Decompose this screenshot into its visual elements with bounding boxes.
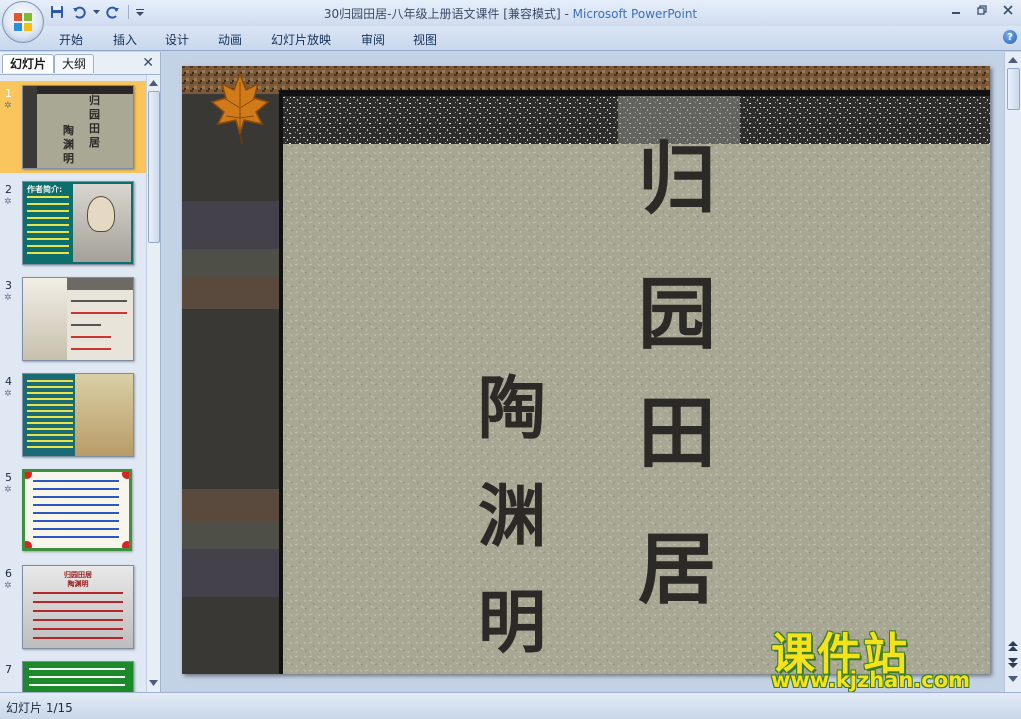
tab-animations[interactable]: 动画 (218, 31, 242, 48)
chevron-down-icon (92, 9, 100, 14)
slide-thumbnail-4[interactable]: 4 ✲ (0, 369, 146, 461)
slide-thumbnail-5[interactable]: 5 ✲ (0, 465, 146, 557)
slide-thumbnail-6[interactable]: 6 ✲ 归园田居 陶渊明 (0, 561, 146, 653)
redo-button[interactable] (104, 3, 122, 21)
application-name: Microsoft PowerPoint (572, 7, 698, 21)
slide-thumbnail-7[interactable]: 7 (0, 657, 146, 692)
slide-canvas[interactable]: 归 园 田 居 陶 渊 明 (182, 66, 990, 674)
document-title: 30归园田居-八年级上册语文课件 [兼容模式] (323, 7, 561, 21)
slide-number: 2 (5, 183, 12, 196)
slide-title-char: 归 (638, 134, 716, 225)
slide-preview: 归园田居 陶渊明 (22, 85, 134, 169)
scroll-down-icon (1008, 676, 1018, 682)
next-slide-icon[interactable] (1007, 657, 1019, 669)
undo-dropdown-button[interactable] (92, 3, 100, 21)
tab-home[interactable]: 开始 (59, 31, 83, 48)
animation-star-icon: ✲ (4, 485, 12, 495)
chevron-down-icon (136, 9, 144, 16)
pane-tab-bar: 幻灯片 大纲 ✕ (0, 52, 160, 75)
slides-pane: 幻灯片 大纲 ✕ 1 ✲ 归园田居 陶渊明 2 ✲ 作者简介: 3 ✲ 4 ✲ … (0, 52, 161, 692)
slide-thumbnail-1[interactable]: 1 ✲ 归园田居 陶渊明 (0, 81, 146, 173)
close-icon (1003, 5, 1013, 15)
tab-review[interactable]: 审阅 (361, 31, 385, 48)
watermark-url: www.kjzhan.com (771, 668, 971, 692)
quick-access-toolbar (48, 3, 145, 21)
save-button[interactable] (48, 3, 66, 21)
tab-design[interactable]: 设计 (165, 31, 189, 48)
window-controls (943, 0, 1021, 20)
restore-button[interactable] (969, 0, 995, 20)
minimize-icon (952, 12, 960, 14)
tab-slides[interactable]: 幻灯片 (2, 54, 55, 73)
title-bar: 30归园田居-八年级上册语文课件 [兼容模式] - Microsoft Powe… (0, 0, 1021, 43)
tab-slide-show[interactable]: 幻灯片放映 (271, 31, 331, 48)
thumbnail-author-text: 陶渊明 (67, 580, 89, 588)
redo-icon (106, 6, 119, 19)
help-button[interactable]: ? (1003, 30, 1017, 44)
slide-thumbnail-3[interactable]: 3 ✲ (0, 273, 146, 365)
animation-star-icon: ✲ (4, 293, 12, 303)
slide-preview (22, 661, 134, 692)
slide-number: 4 (5, 375, 12, 388)
window-title: 30归园田居-八年级上册语文课件 [兼容模式] - Microsoft Powe… (0, 5, 1021, 22)
slide-number: 1 (5, 87, 12, 100)
slide-preview (22, 373, 134, 457)
thumbnail-list: 1 ✲ 归园田居 陶渊明 2 ✲ 作者简介: 3 ✲ 4 ✲ 5 ✲ 6 ✲ 归… (0, 75, 146, 692)
slide-preview (22, 469, 132, 551)
thumbnail-title-text: 归园田居 (89, 94, 100, 149)
scroll-up-icon (1008, 57, 1018, 63)
slide-author-char: 陶 (478, 369, 546, 449)
close-pane-button[interactable]: ✕ (142, 55, 154, 71)
restore-icon (977, 5, 987, 15)
thumbnail-scrollbar[interactable] (146, 75, 160, 692)
scroll-up-icon (149, 80, 158, 86)
slide-title-char: 园 (638, 269, 716, 360)
scrollbar-thumb[interactable] (148, 91, 160, 243)
scrollbar-thumb[interactable] (1007, 68, 1020, 110)
slide-thumbnail-2[interactable]: 2 ✲ 作者简介: (0, 177, 146, 269)
slide-title-char: 田 (638, 388, 716, 479)
customize-qat-button[interactable] (135, 3, 145, 21)
animation-star-icon: ✲ (4, 581, 12, 591)
slide-preview (22, 277, 134, 361)
slide-scrollbar[interactable] (1004, 52, 1021, 692)
slide-number: 6 (5, 567, 12, 580)
slide-author-char: 明 (478, 583, 546, 663)
thumbnail-title-text: 作者简介: (27, 185, 63, 194)
tab-view[interactable]: 视图 (413, 31, 437, 48)
thumbnail-author-text: 陶渊明 (63, 124, 74, 165)
slide-number: 3 (5, 279, 12, 292)
title-separator: - (560, 7, 573, 21)
office-button[interactable] (2, 1, 44, 43)
slide-preview: 作者简介: (22, 181, 134, 265)
ribbon-tab-bar: 开始 插入 设计 动画 幻灯片放映 审阅 视图 ? (0, 26, 1021, 51)
save-icon (51, 6, 63, 18)
slide-number: 5 (5, 471, 12, 484)
animation-star-icon: ✲ (4, 389, 12, 399)
tab-outline[interactable]: 大纲 (54, 54, 95, 73)
slide-number: 7 (5, 663, 12, 676)
status-bar: 幻灯片 1/15 (0, 692, 1021, 719)
office-logo-icon (14, 13, 32, 31)
undo-button[interactable] (70, 3, 88, 21)
scroll-down-icon (149, 680, 158, 686)
animation-star-icon: ✲ (4, 101, 12, 111)
slide-preview: 归园田居 陶渊明 (22, 565, 134, 649)
close-button[interactable] (995, 0, 1021, 20)
slide-author-char: 渊 (478, 477, 546, 557)
qat-separator (128, 5, 129, 19)
minimize-button[interactable] (943, 0, 969, 20)
tab-insert[interactable]: 插入 (113, 31, 137, 48)
slide-indicator: 幻灯片 1/15 (6, 701, 73, 715)
undo-icon (73, 6, 86, 19)
slide-editor: 归 园 田 居 陶 渊 明 (162, 52, 1021, 692)
previous-slide-icon[interactable] (1007, 640, 1019, 652)
slide-title-char: 居 (638, 524, 716, 615)
slide-artwork: 归 园 田 居 陶 渊 明 (182, 66, 990, 674)
animation-star-icon: ✲ (4, 197, 12, 207)
